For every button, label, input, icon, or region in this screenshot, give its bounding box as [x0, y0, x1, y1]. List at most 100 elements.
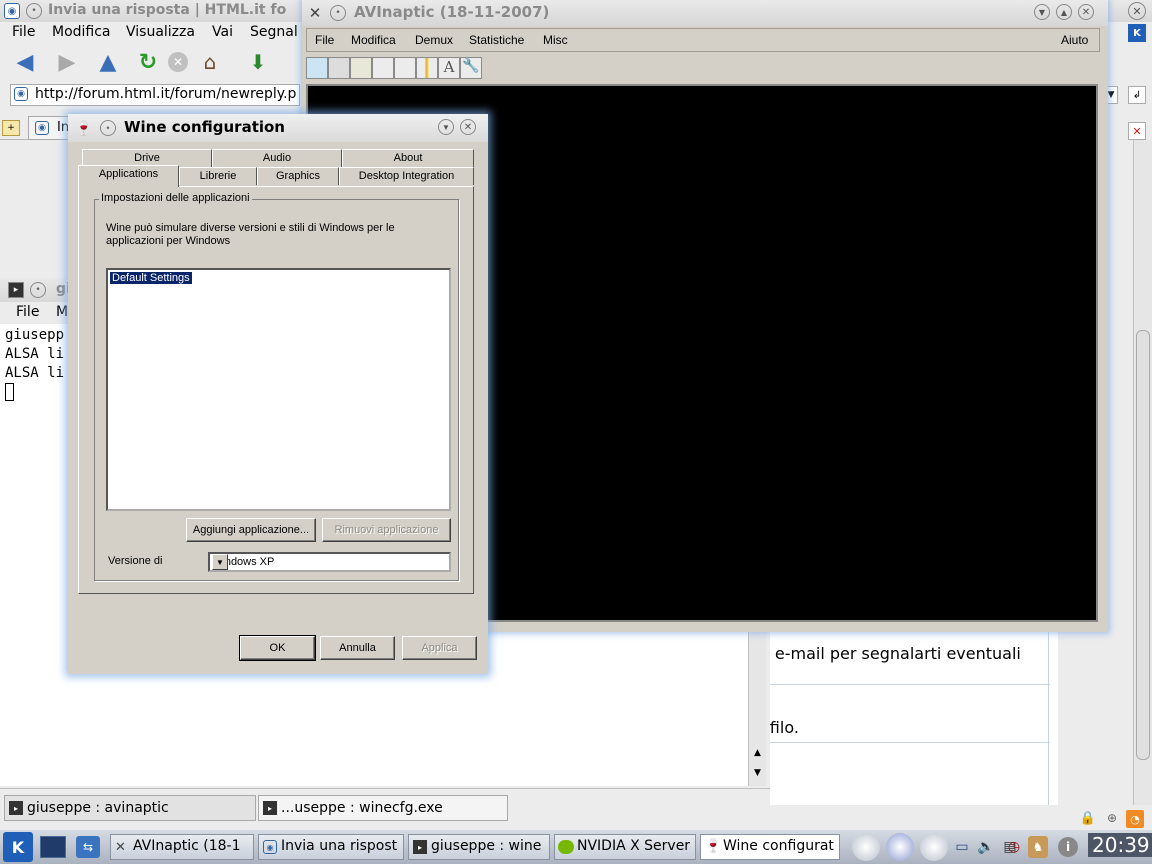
clock-applet-icon[interactable]: ◷ — [1004, 838, 1024, 856]
avinaptic-app-icon: ✕ — [308, 4, 322, 22]
kde-logo-icon: K — [1128, 24, 1146, 42]
menu-misc[interactable]: Misc — [543, 33, 568, 47]
window-title: Invia una risposta | HTML.it fo — [48, 2, 287, 18]
home-icon[interactable]: ⌂ — [198, 50, 222, 74]
task-wine-config[interactable]: 🍷 Wine configurat — [700, 834, 840, 860]
menu-modifica[interactable]: M — [56, 304, 68, 320]
minimize-icon[interactable]: ▼ — [1034, 4, 1050, 20]
close-icon[interactable]: ✕ — [460, 119, 476, 135]
info-icon[interactable]: i — [1058, 837, 1078, 857]
apply-button[interactable]: Applica — [402, 636, 477, 660]
ok-button[interactable]: OK — [239, 635, 316, 661]
terminal-cursor — [5, 383, 14, 401]
open-icon[interactable] — [306, 57, 328, 79]
volume-icon[interactable]: 🔈 — [976, 838, 996, 856]
task-label: NVIDIA X Server — [577, 838, 691, 854]
cancel-button[interactable]: Annulla — [320, 636, 395, 660]
menu-aiuto[interactable]: Aiuto — [1061, 33, 1088, 47]
add-application-button[interactable]: Aggiungi applicazione... — [186, 518, 316, 542]
clear-url-icon[interactable]: ↲ — [1128, 86, 1146, 104]
session-tab-avinaptic[interactable]: ▸ giuseppe : avinaptic — [4, 795, 256, 821]
menu-statistiche[interactable]: Statistiche — [469, 33, 524, 47]
chevron-down-icon[interactable]: ▼ — [212, 554, 228, 570]
menu-modifica[interactable]: Modifica — [52, 24, 111, 40]
export-icon[interactable] — [350, 57, 372, 79]
session-tab-winecfg[interactable]: ▸ ...useppe : winecfg.exe — [258, 795, 508, 821]
scroll-down-icon[interactable]: ▼ — [750, 764, 765, 782]
menu-segnalibri[interactable]: Segnal — [250, 24, 298, 40]
window-menu-icon[interactable]: • — [330, 5, 346, 21]
save-icon[interactable] — [328, 57, 350, 79]
system-menu-icon[interactable]: ⇆ — [76, 836, 100, 858]
avinaptic-titlebar[interactable]: ✕ • AVInaptic (18-11-2007) ▼ ▲ ✕ — [302, 0, 1108, 26]
window-menu-icon[interactable]: • — [100, 120, 116, 136]
menu-file[interactable]: File — [12, 24, 35, 40]
chart-icon[interactable] — [394, 57, 416, 79]
window-menu-icon[interactable]: • — [30, 282, 46, 298]
windows-version-select[interactable]: Windows XP ▼ — [208, 552, 451, 572]
konqueror-task-icon: ◉ — [263, 840, 277, 854]
tab-label: giuseppe : avinaptic — [27, 800, 169, 816]
task-konsole[interactable]: ▸ giuseppe : wine — [408, 834, 550, 860]
tab-applications[interactable]: Applications — [78, 165, 179, 187]
url-field[interactable]: ◉ http://forum.html.it/forum/newreply.p — [10, 84, 300, 106]
up-arrow-icon[interactable]: ▲ — [96, 50, 120, 75]
close-icon[interactable]: ✕ — [1078, 4, 1094, 20]
menu-visualizza[interactable]: Visualizza — [126, 24, 195, 40]
menu-file[interactable]: File — [16, 304, 39, 320]
new-tab-icon[interactable]: + — [2, 120, 20, 136]
scroll-up-icon[interactable]: ▲ — [750, 744, 765, 762]
spectrum-icon[interactable] — [416, 57, 438, 79]
content-divider — [760, 684, 1050, 685]
wrench-icon[interactable]: 🔧 — [460, 57, 482, 79]
application-list[interactable]: Default Settings — [106, 268, 451, 511]
page-favicon-icon: ◉ — [14, 87, 28, 101]
tab-favicon-icon: ◉ — [35, 121, 49, 135]
update-notifier-icon[interactable]: ♞ — [1028, 836, 1048, 858]
close-icon[interactable]: ✕ — [1128, 2, 1146, 20]
pager-desktop-2[interactable] — [886, 833, 914, 861]
status-bar: 🔒 ⊕ ◔ — [1060, 806, 1152, 830]
font-icon[interactable]: A — [438, 57, 460, 79]
stop-icon[interactable]: ✕ — [168, 52, 188, 72]
maximize-icon[interactable]: ▲ — [1056, 4, 1072, 20]
page-scrollbar[interactable] — [1133, 140, 1152, 805]
kde-menu-icon[interactable]: K — [3, 832, 33, 862]
back-arrow-icon[interactable]: ◀ — [12, 50, 38, 75]
tab-audio[interactable]: Audio — [212, 149, 342, 167]
wine-titlebar[interactable]: 🍷 • Wine configuration ▼ ✕ — [68, 114, 488, 142]
content-divider — [760, 742, 1050, 743]
list-icon[interactable] — [372, 57, 394, 79]
rss-feed-icon[interactable]: ◔ — [1126, 810, 1144, 828]
close-tab-icon[interactable]: ✕ — [1128, 122, 1146, 140]
task-nvidia[interactable]: NVIDIA X Server — [554, 834, 696, 860]
list-item[interactable]: Default Settings — [109, 271, 193, 285]
minimize-icon[interactable]: ▼ — [438, 119, 454, 135]
task-konqueror[interactable]: ◉ Invia una rispost — [258, 834, 404, 860]
task-label: Wine configurat — [723, 838, 834, 854]
tab-desktop-integration[interactable]: Desktop Integration — [339, 167, 474, 185]
remove-application-button[interactable]: Rimuovi applicazione — [322, 518, 451, 542]
pager-desktop-3[interactable] — [920, 833, 948, 861]
tab-graphics[interactable]: Graphics — [257, 167, 339, 185]
task-label: AVInaptic (18-1 — [133, 838, 241, 854]
reload-icon[interactable]: ↻ — [136, 50, 160, 75]
scroll-thumb[interactable] — [1136, 330, 1150, 760]
forward-arrow-icon[interactable]: ▶ — [54, 50, 80, 75]
menu-demux[interactable]: Demux — [415, 33, 453, 47]
version-label: Versione di — [108, 555, 163, 567]
konqueror-app-icon: ◉ — [4, 3, 20, 19]
network-monitor-icon[interactable]: ▭ — [952, 838, 972, 856]
window-menu-icon[interactable]: • — [26, 3, 42, 19]
url-text: http://forum.html.it/forum/newreply.p — [35, 86, 297, 102]
tab-librerie[interactable]: Librerie — [179, 167, 257, 185]
menu-modifica[interactable]: Modifica — [351, 33, 396, 47]
pager-desktop-1[interactable] — [852, 833, 880, 861]
menu-vai[interactable]: Vai — [212, 24, 233, 40]
show-desktop-icon[interactable] — [40, 836, 66, 858]
download-icon[interactable]: ⬇ — [246, 50, 270, 74]
task-avinaptic[interactable]: ✕ AVInaptic (18-1 — [110, 834, 254, 860]
menu-file[interactable]: File — [315, 33, 334, 47]
tab-about[interactable]: About — [342, 149, 474, 167]
clock[interactable]: 20:39 — [1088, 833, 1152, 857]
